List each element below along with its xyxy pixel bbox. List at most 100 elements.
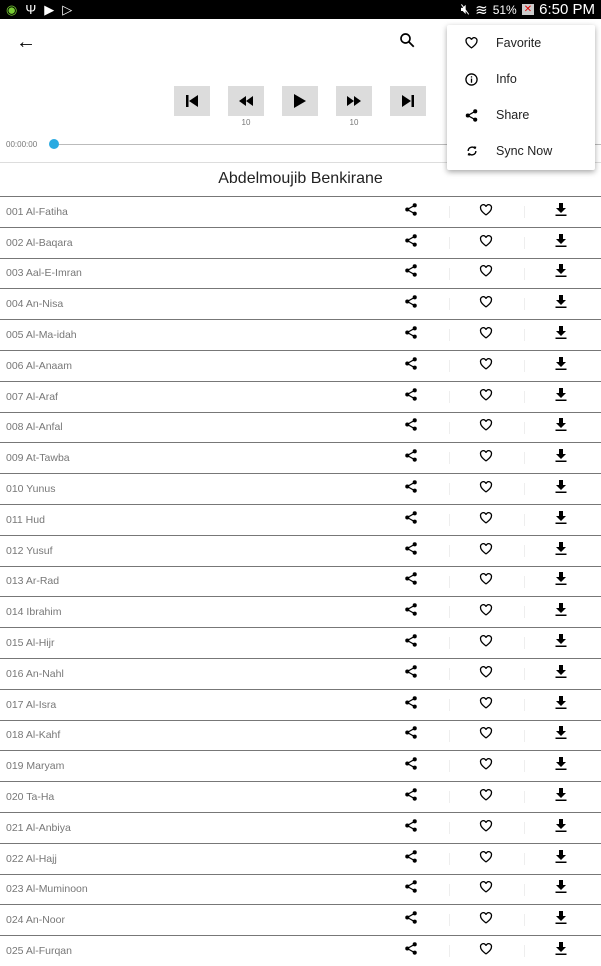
heart-icon[interactable] <box>479 819 493 837</box>
share-icon[interactable] <box>405 295 418 313</box>
download-icon[interactable] <box>555 603 567 621</box>
heart-icon[interactable] <box>479 634 493 652</box>
download-icon[interactable] <box>555 541 567 560</box>
share-icon[interactable] <box>405 849 418 868</box>
surah-row[interactable]: 018 Al-Kahf <box>0 719 601 751</box>
surah-row[interactable]: 009 At-Tawba <box>0 442 601 473</box>
share-icon[interactable] <box>405 819 418 837</box>
share-icon[interactable] <box>405 264 418 282</box>
surah-row[interactable]: 023 Al-Muminoon <box>0 873 601 905</box>
heart-icon[interactable] <box>479 449 493 467</box>
heart-icon[interactable] <box>479 942 493 960</box>
heart-icon[interactable] <box>479 203 493 221</box>
surah-row[interactable]: 004 An-Nisa <box>0 288 601 319</box>
share-icon[interactable] <box>405 634 418 652</box>
heart-icon[interactable] <box>479 418 493 436</box>
share-icon[interactable] <box>405 418 418 436</box>
surah-row[interactable]: 024 An-Noor <box>0 904 601 935</box>
download-icon[interactable] <box>555 480 567 498</box>
menu-item-sync-now[interactable]: Sync Now <box>447 133 595 169</box>
heart-icon[interactable] <box>479 850 493 868</box>
download-icon[interactable] <box>555 634 567 652</box>
surah-row[interactable]: 002 Al-Baqara <box>0 226 601 258</box>
share-icon[interactable] <box>405 695 418 714</box>
heart-icon[interactable] <box>479 295 493 313</box>
surah-row[interactable]: 014 Ibrahim <box>0 596 601 627</box>
download-icon[interactable] <box>555 418 567 436</box>
surah-row[interactable]: 013 Ar-Rad <box>0 565 601 597</box>
download-icon[interactable] <box>555 264 567 282</box>
surah-row[interactable]: 012 Yusuf <box>0 534 601 566</box>
heart-icon[interactable] <box>479 542 493 560</box>
play-button[interactable] <box>282 86 318 116</box>
heart-icon[interactable] <box>479 757 493 775</box>
share-icon[interactable] <box>405 942 418 960</box>
search-icon[interactable] <box>398 31 416 54</box>
download-icon[interactable] <box>555 726 567 744</box>
heart-icon[interactable] <box>479 480 493 498</box>
share-icon[interactable] <box>405 326 418 344</box>
share-icon[interactable] <box>405 357 418 375</box>
previous-button[interactable] <box>174 86 210 116</box>
share-icon[interactable] <box>405 572 418 590</box>
surah-row[interactable]: 003 Aal-E-Imran <box>0 257 601 289</box>
surah-row[interactable]: 006 Al-Anaam <box>0 349 601 381</box>
share-icon[interactable] <box>405 449 418 467</box>
heart-icon[interactable] <box>479 511 493 529</box>
menu-item-info[interactable]: Info <box>447 61 595 97</box>
download-icon[interactable] <box>555 572 567 590</box>
download-icon[interactable] <box>555 911 567 929</box>
surah-row[interactable]: 019 Maryam <box>0 750 601 781</box>
share-icon[interactable] <box>405 480 418 498</box>
share-icon[interactable] <box>405 726 418 744</box>
fast-forward-button[interactable]: 10 <box>336 86 372 127</box>
share-icon[interactable] <box>405 880 418 898</box>
surah-row[interactable]: 022 Al-Hajj <box>0 842 601 874</box>
surah-row[interactable]: 015 Al-Hijr <box>0 627 601 658</box>
share-icon[interactable] <box>405 511 418 529</box>
download-icon[interactable] <box>555 695 567 714</box>
surah-row[interactable]: 020 Ta-Ha <box>0 781 601 812</box>
share-icon[interactable] <box>405 911 418 929</box>
download-icon[interactable] <box>555 202 567 221</box>
surah-row[interactable]: 010 Yunus <box>0 473 601 504</box>
back-arrow-icon[interactable]: ← <box>16 31 36 54</box>
heart-icon[interactable] <box>479 326 493 344</box>
download-icon[interactable] <box>555 233 567 252</box>
surah-row[interactable]: 025 Al-Furqan <box>0 935 601 966</box>
heart-icon[interactable] <box>479 788 493 806</box>
surah-row[interactable]: 011 Hud <box>0 503 601 535</box>
download-icon[interactable] <box>555 849 567 868</box>
share-icon[interactable] <box>405 387 418 406</box>
share-icon[interactable] <box>405 233 418 252</box>
share-icon[interactable] <box>405 603 418 621</box>
surah-row[interactable]: 007 Al-Araf <box>0 380 601 412</box>
rewind-button[interactable]: 10 <box>228 86 264 127</box>
surah-row[interactable]: 017 Al-Isra <box>0 688 601 720</box>
download-icon[interactable] <box>555 356 567 375</box>
heart-icon[interactable] <box>479 665 493 683</box>
share-icon[interactable] <box>405 757 418 775</box>
next-button[interactable] <box>390 86 426 116</box>
download-icon[interactable] <box>555 387 567 406</box>
share-icon[interactable] <box>405 203 418 221</box>
download-icon[interactable] <box>555 295 567 313</box>
share-icon[interactable] <box>405 541 418 560</box>
heart-icon[interactable] <box>479 357 493 375</box>
heart-icon[interactable] <box>479 880 493 898</box>
heart-icon[interactable] <box>479 234 493 252</box>
seek-thumb[interactable] <box>49 139 59 149</box>
download-icon[interactable] <box>555 757 567 775</box>
heart-icon[interactable] <box>479 264 493 282</box>
heart-icon[interactable] <box>479 726 493 744</box>
share-icon[interactable] <box>405 788 418 806</box>
heart-icon[interactable] <box>479 696 493 714</box>
download-icon[interactable] <box>555 942 567 960</box>
download-icon[interactable] <box>555 326 567 344</box>
heart-icon[interactable] <box>479 911 493 929</box>
surah-row[interactable]: 021 Al-Anbiya <box>0 811 601 843</box>
surah-row[interactable]: 005 Al-Ma-idah <box>0 319 601 350</box>
surah-row[interactable]: 001 Al-Fatiha <box>0 196 601 227</box>
download-icon[interactable] <box>555 449 567 467</box>
download-icon[interactable] <box>555 664 567 683</box>
